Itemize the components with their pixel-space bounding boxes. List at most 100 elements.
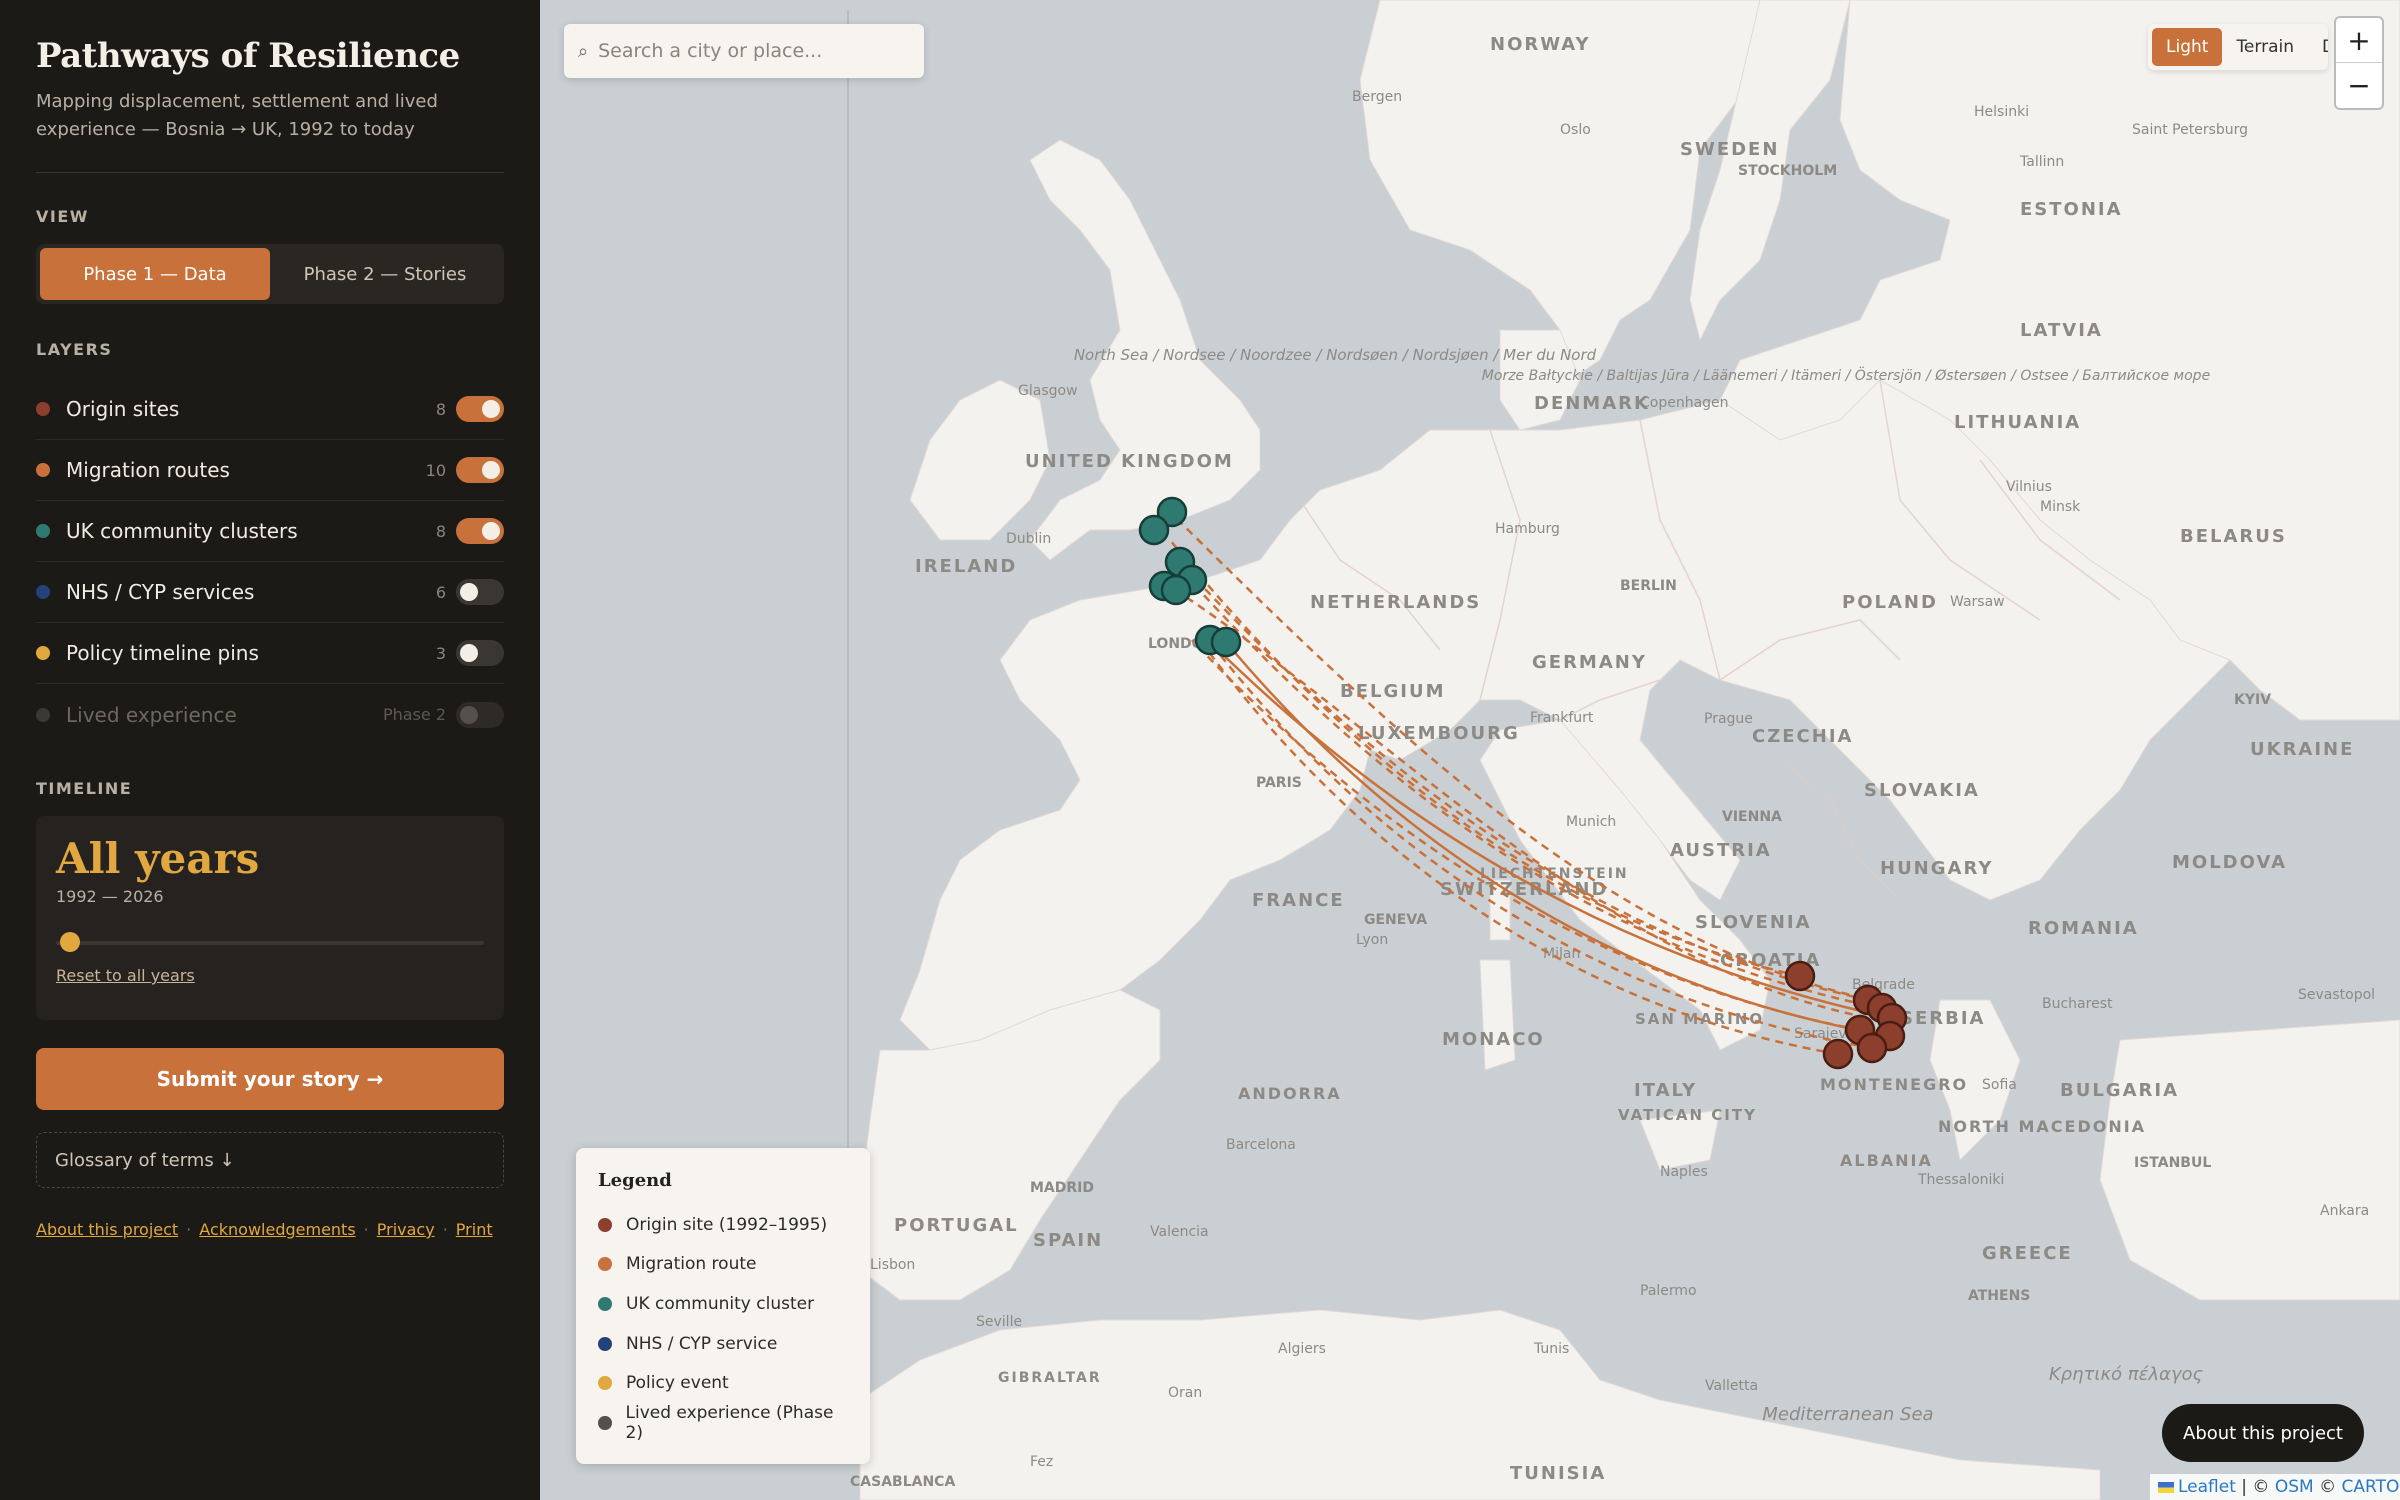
label-city: Copenhagen [1640,395,1729,411]
legend-dot [598,1296,612,1311]
layer-label: Migration routes [66,458,230,482]
timeline-slider[interactable] [56,932,484,952]
label-country: BELGIUM [1340,681,1446,702]
zoom-out-button[interactable]: − [2336,63,2382,108]
basemap-light[interactable]: Light [2152,28,2223,66]
legend-label: Origin site (1992–1995) [626,1214,828,1235]
zoom-control: + − [2334,16,2384,110]
layer-nhs-cyp-services: NHS / CYP services 6 [36,562,504,623]
origin-site-marker [1784,960,1816,992]
sidebar: Pathways of Resilience Mapping displacem… [0,0,540,1500]
uk-cluster-marker [1210,626,1242,658]
layer-label: Policy timeline pins [66,641,259,665]
label-country: HUNGARY [1880,858,1993,879]
layer-toggle-uk-community-clusters[interactable] [456,518,504,544]
layer-label: Origin sites [66,397,180,421]
layer-origin-sites: Origin sites 8 [36,379,504,440]
label-country: NORTH MACEDONIA [1938,1117,2146,1136]
layer-migration-routes: Migration routes 10 [36,440,504,501]
label-country: NORWAY [1490,34,1591,55]
layer-toggle-migration-routes[interactable] [456,457,504,483]
legend-label: Lived experience (Phase 2) [625,1402,834,1443]
label-city: Valencia [1150,1224,1209,1240]
timeline-range: 1992 — 2026 [56,887,164,906]
layer-list: Origin sites 8 Migration routes 10 UK co… [36,379,504,745]
label-city: Barcelona [1226,1137,1296,1153]
footer-link-privacy[interactable]: Privacy [377,1220,435,1239]
map-canvas[interactable]: NORWAY SWEDEN ESTONIA LATVIA LITHUANIA B… [540,0,2400,1500]
map-legend: Legend Origin site (1992–1995) Migration… [576,1148,870,1464]
osm-link[interactable]: OSM [2275,1477,2314,1497]
label-country: UKRAINE [2250,739,2354,760]
label-sea: Mediterranean Sea [1762,1404,1933,1425]
label-country: LITHUANIA [1954,412,2081,433]
label-city: Dublin [1006,531,1051,547]
label-city: Oran [1168,1385,1202,1401]
label-city: Bucharest [2042,996,2113,1012]
label-city: Lisbon [870,1257,915,1273]
slider-track [56,941,484,945]
label-country: FRANCE [1252,890,1345,911]
footer-sep: · [186,1220,192,1239]
label-country: SPAIN [1033,1230,1103,1251]
timeline-panel: All years 1992 — 2026 Reset to all years [36,816,504,1020]
app-title: Pathways of Resilience [36,36,460,76]
search-input[interactable] [598,40,899,62]
label-city: Saint Petersburg [2132,122,2248,138]
label-city: Naples [1660,1164,1708,1180]
glossary-button[interactable]: Glossary of terms ↓ [36,1132,504,1188]
label-country: MOLDOVA [2172,852,2287,873]
layer-color-dot [36,463,50,477]
reset-years-link[interactable]: Reset to all years [56,966,195,985]
label-country: SLOVAKIA [1864,780,1980,801]
zoom-in-button[interactable]: + [2336,18,2382,63]
carto-link[interactable]: CARTO [2342,1477,2400,1497]
label-city: Thessaloniki [1917,1172,2004,1188]
submit-story-button[interactable]: Submit your story → [36,1048,504,1110]
legend-title: Legend [598,1170,672,1191]
slider-thumb[interactable] [60,932,80,952]
layer-count: 10 [425,460,446,480]
footer-link-print[interactable]: Print [456,1220,493,1239]
label-country: GREECE [1982,1243,2073,1264]
toggle-knob [460,705,478,724]
layer-count: 8 [435,521,446,541]
label-country: ITALY [1634,1080,1697,1101]
label-city: Fez [1030,1454,1053,1470]
legend-item: Origin site (1992–1995) [598,1205,848,1245]
leaflet-link[interactable]: Leaflet [2178,1477,2236,1497]
label-city: Warsaw [1950,594,2005,610]
footer-link-acknowledgements[interactable]: Acknowledgements [199,1220,355,1239]
layer-color-dot [36,646,50,660]
layer-toggle-policy-timeline-pins[interactable] [456,640,504,666]
legend-dot [598,1415,612,1430]
label-country: NETHERLANDS [1310,592,1481,613]
footer-link-about[interactable]: About this project [36,1220,178,1239]
label-country: SERBIA [1900,1008,1985,1029]
uk-cluster-marker [1160,574,1192,606]
basemap-switcher: Light Terrain Dark [2148,24,2328,70]
legend-item: Policy event [598,1363,848,1403]
label-country: ROMANIA [2028,918,2139,939]
label-country: ESTONIA [2020,199,2123,220]
tab-phase-1[interactable]: Phase 1 — Data [40,248,270,300]
label-country: BULGARIA [2060,1080,2179,1101]
label-city: Palermo [1640,1283,1697,1299]
basemap-dark[interactable]: Dark [2308,28,2328,66]
label-city: Algiers [1278,1341,1326,1357]
legend-item: Lived experience (Phase 2) [598,1403,848,1443]
tab-phase-2[interactable]: Phase 2 — Stories [270,248,500,300]
label-city: Tunis [1533,1341,1569,1357]
label-city: Sevastopol [2298,987,2375,1003]
attribution-sep: © [2313,1477,2342,1497]
legend-item: UK community cluster [598,1284,848,1324]
label-city: Prague [1704,711,1753,727]
layer-label: UK community clusters [66,519,298,543]
legend-item: NHS / CYP service [598,1324,848,1364]
layer-toggle-nhs-cyp-services[interactable] [456,579,504,605]
layer-toggle-origin-sites[interactable] [456,396,504,422]
basemap-terrain[interactable]: Terrain [2222,28,2308,66]
about-project-button[interactable]: About this project [2162,1404,2364,1462]
label-city: CASABLANCA [850,1474,955,1490]
layer-color-dot [36,707,50,722]
